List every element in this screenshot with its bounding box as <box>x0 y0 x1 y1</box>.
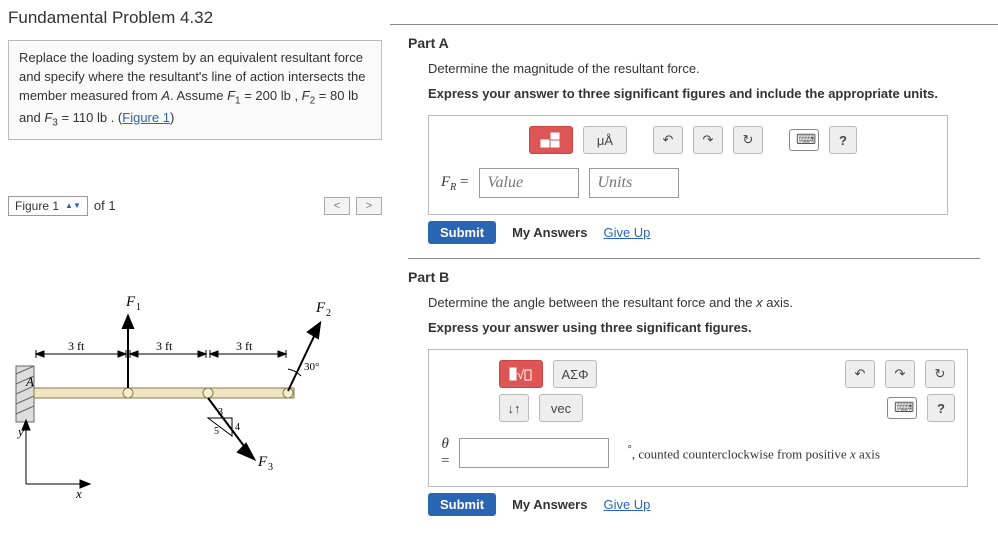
figure-diagram: F1 F2 30° F3 3 4 5 <box>8 266 368 526</box>
svg-text:y: y <box>16 424 24 439</box>
figure-selector-label: Figure 1 <box>15 199 59 213</box>
svg-text:F: F <box>257 454 268 470</box>
template-button[interactable] <box>529 126 573 154</box>
svg-text:A: A <box>25 374 34 389</box>
svg-text:3: 3 <box>218 407 223 418</box>
figure-next-button[interactable]: > <box>356 197 382 215</box>
svg-text:5: 5 <box>214 426 219 437</box>
svg-text:4: 4 <box>235 422 240 433</box>
help-button-b[interactable]: ? <box>927 394 955 422</box>
keyboard-icon[interactable] <box>789 129 819 151</box>
svg-text:2: 2 <box>326 308 331 319</box>
part-a-answer-box: μÅ ↶ ↷ ↻ ? FR = <box>428 115 948 215</box>
part-b-submit-button[interactable]: Submit <box>428 493 496 516</box>
figure-link[interactable]: Figure 1 <box>122 110 170 125</box>
figure-of-label: of 1 <box>94 198 116 213</box>
help-button[interactable]: ? <box>829 126 857 154</box>
greek-button[interactable]: ΑΣΦ <box>553 360 597 388</box>
part-a-submit-button[interactable]: Submit <box>428 221 496 244</box>
part-b-answer-box: √ ΑΣΦ ↶ ↷ ↻ ↓↑ vec ? θ = <box>428 349 968 487</box>
part-a-my-answers: My Answers <box>512 225 587 240</box>
svg-text:3 ft: 3 ft <box>68 339 85 353</box>
svg-text:F: F <box>315 300 326 316</box>
figure-stepper-icon[interactable]: ▲▼ <box>65 202 81 209</box>
part-a-value-input[interactable] <box>479 168 579 198</box>
arrows-button[interactable]: ↓↑ <box>499 394 529 422</box>
sqrt-template-button[interactable]: √ <box>499 360 543 388</box>
problem-title: Fundamental Problem 4.32 <box>8 8 382 28</box>
svg-text:x: x <box>75 486 82 501</box>
part-a-give-up[interactable]: Give Up <box>603 225 650 240</box>
svg-text:F: F <box>125 294 136 310</box>
redo-button[interactable]: ↷ <box>693 126 723 154</box>
part-b-title: Part B <box>408 269 980 285</box>
problem-text: Replace the loading system by an equival… <box>19 50 365 125</box>
undo-button-b[interactable]: ↶ <box>845 360 875 388</box>
part-a-sub: Determine the magnitude of the resultant… <box>428 61 980 76</box>
svg-text:30°: 30° <box>304 361 319 373</box>
part-a-units-input[interactable] <box>589 168 679 198</box>
svg-text:3: 3 <box>268 462 273 473</box>
part-b-units-suffix: °, counted counterclockwise from positiv… <box>619 443 955 463</box>
part-a-instr: Express your answer to three significant… <box>428 86 980 101</box>
part-b-give-up[interactable]: Give Up <box>603 497 650 512</box>
undo-button[interactable]: ↶ <box>653 126 683 154</box>
svg-text:3 ft: 3 ft <box>236 339 253 353</box>
figure-selector[interactable]: Figure 1 ▲▼ <box>8 196 88 216</box>
part-b-instr: Express your answer using three signific… <box>428 320 980 335</box>
part-b-my-answers: My Answers <box>512 497 587 512</box>
part-b-sub: Determine the angle between the resultan… <box>428 295 980 310</box>
part-a-title: Part A <box>408 35 980 51</box>
part-b-value-input[interactable] <box>459 438 609 468</box>
reset-button-b[interactable]: ↻ <box>925 360 955 388</box>
part-b-lhs: θ = <box>441 436 449 470</box>
part-a-lhs: FR = <box>441 174 469 193</box>
keyboard-icon-b[interactable] <box>887 397 917 419</box>
svg-text:1: 1 <box>136 302 141 313</box>
svg-text:3 ft: 3 ft <box>156 339 173 353</box>
problem-statement: Replace the loading system by an equival… <box>8 40 382 140</box>
vec-button[interactable]: vec <box>539 394 583 422</box>
figure-prev-button[interactable]: < <box>324 197 350 215</box>
units-mu-button[interactable]: μÅ <box>583 126 627 154</box>
redo-button-b[interactable]: ↷ <box>885 360 915 388</box>
svg-text:√: √ <box>517 367 525 382</box>
reset-button[interactable]: ↻ <box>733 126 763 154</box>
